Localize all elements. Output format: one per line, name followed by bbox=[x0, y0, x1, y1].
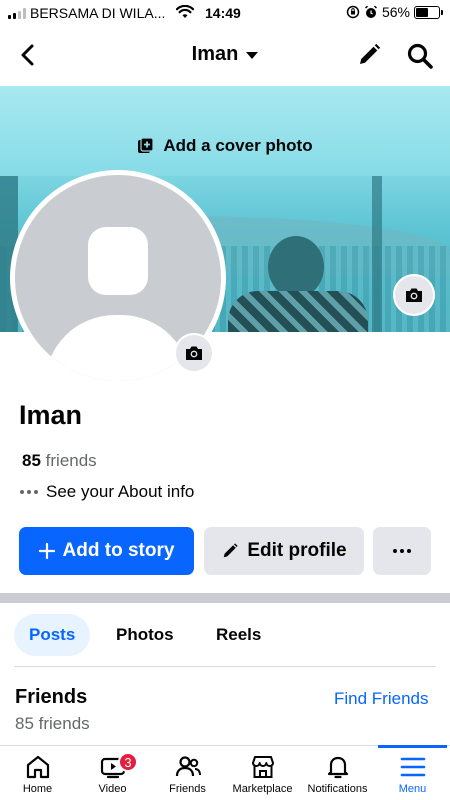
orientation-lock-icon bbox=[346, 5, 360, 19]
profile-name: Iman bbox=[19, 400, 83, 430]
friends-word: friends bbox=[45, 451, 97, 470]
menu-icon bbox=[400, 757, 425, 777]
nav-home-label: Home bbox=[22, 783, 53, 795]
signal-icon bbox=[8, 7, 26, 19]
add-cover-label: Add a cover photo bbox=[163, 136, 313, 155]
alarm-icon bbox=[364, 5, 377, 18]
cover-camera-button[interactable] bbox=[393, 274, 435, 316]
nav-friends-label: Friends bbox=[169, 783, 206, 795]
carrier-name: BERSAMA DI WILA... bbox=[30, 5, 166, 21]
battery-percent: 56% bbox=[381, 4, 410, 20]
edit-profile-button[interactable]: Edit profile bbox=[204, 527, 364, 575]
pencil-icon bbox=[224, 543, 239, 558]
plus-icon bbox=[38, 543, 55, 559]
top-bar: Iman bbox=[0, 30, 450, 80]
search-icon[interactable] bbox=[406, 42, 434, 70]
tabs-divider bbox=[14, 666, 436, 667]
about-info-link[interactable]: See your About info bbox=[20, 482, 194, 502]
clock: 14:49 bbox=[205, 5, 241, 21]
status-bar: BERSAMA DI WILA... 14:49 56% bbox=[0, 0, 450, 26]
friends-section-count: 85 friends bbox=[15, 714, 90, 733]
nav-menu-label: Menu bbox=[398, 783, 427, 795]
nav-friends[interactable]: Friends bbox=[150, 746, 225, 800]
friends-section-title: Friends bbox=[15, 686, 88, 708]
cover-person-figure bbox=[268, 236, 324, 298]
edit-profile-label: Edit profile bbox=[247, 540, 347, 561]
nav-marketplace[interactable]: Marketplace bbox=[225, 746, 300, 800]
battery-icon bbox=[414, 5, 443, 19]
add-to-story-button[interactable]: Add to story bbox=[19, 527, 194, 575]
add-cover-photo-button[interactable]: Add a cover photo bbox=[0, 136, 450, 156]
nav-notifications-label: Notifications bbox=[307, 783, 368, 795]
tab-photos[interactable]: Photos bbox=[101, 614, 189, 656]
profile-switcher[interactable]: Iman bbox=[0, 43, 450, 66]
tab-reels[interactable]: Reels bbox=[201, 614, 276, 656]
bell-icon bbox=[327, 756, 348, 779]
home-icon bbox=[26, 755, 49, 779]
tab-posts[interactable]: Posts bbox=[14, 614, 91, 656]
more-dots-icon bbox=[20, 490, 38, 494]
pencil-icon[interactable] bbox=[356, 42, 382, 68]
camera-icon bbox=[186, 346, 202, 360]
nav-video[interactable]: 3 Video bbox=[75, 746, 150, 800]
profile-picture-camera-button[interactable] bbox=[174, 333, 214, 373]
nav-notifications[interactable]: Notifications bbox=[300, 746, 375, 800]
friends-icon bbox=[175, 756, 201, 777]
about-info-label: See your About info bbox=[46, 482, 195, 501]
bottom-navigation: Home 3 Video Friends Marketplace Notific… bbox=[0, 745, 450, 800]
nav-menu[interactable]: Menu bbox=[375, 745, 450, 800]
find-friends-link[interactable]: Find Friends bbox=[334, 689, 428, 709]
nav-home[interactable]: Home bbox=[0, 746, 75, 800]
friends-number: 85 bbox=[22, 451, 41, 470]
add-to-story-label: Add to story bbox=[62, 540, 175, 561]
camera-icon bbox=[406, 288, 422, 302]
nav-marketplace-label: Marketplace bbox=[232, 783, 293, 795]
more-options-button[interactable] bbox=[373, 527, 431, 575]
caret-down-icon bbox=[246, 52, 259, 59]
more-dots-icon bbox=[393, 549, 411, 553]
friends-count[interactable]: 85 friends bbox=[22, 451, 97, 471]
section-divider bbox=[0, 593, 450, 603]
marketplace-icon bbox=[251, 756, 274, 778]
nav-video-label: Video bbox=[98, 783, 127, 795]
add-photo-icon bbox=[138, 137, 154, 153]
default-avatar-icon bbox=[88, 227, 148, 295]
header-title: Iman bbox=[191, 43, 239, 65]
video-badge: 3 bbox=[118, 752, 138, 772]
wifi-icon bbox=[176, 5, 194, 18]
